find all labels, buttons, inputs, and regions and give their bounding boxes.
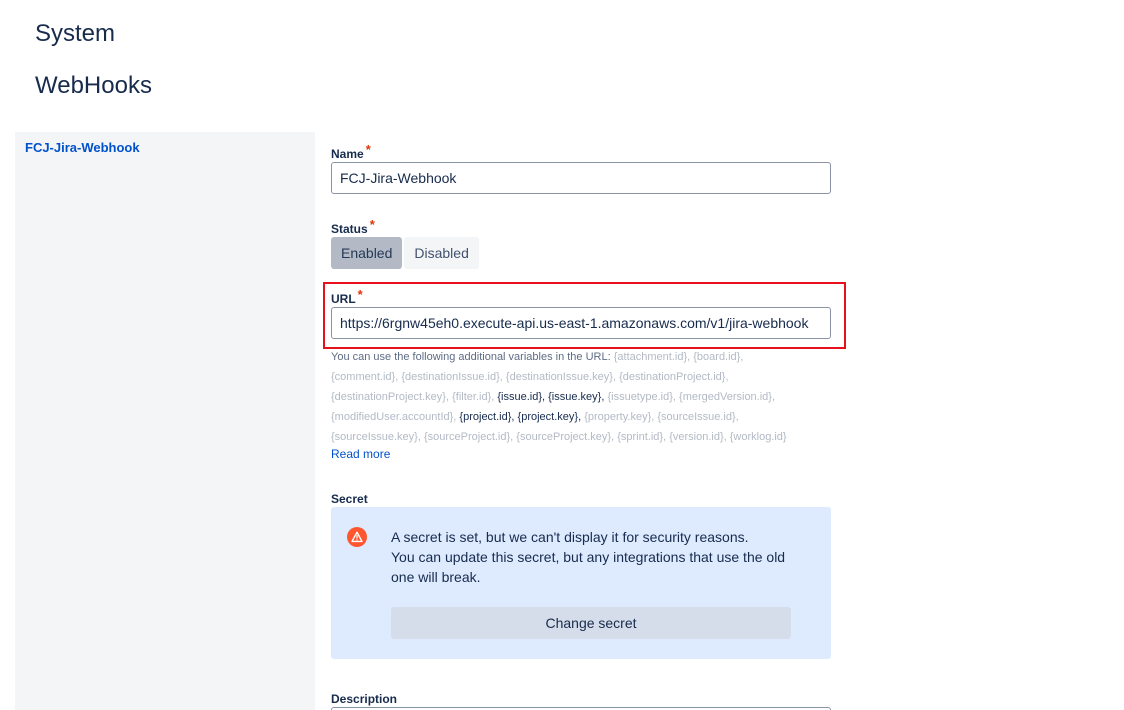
name-field[interactable]: FCJ-Jira-Webhook	[331, 162, 831, 194]
url-help-intro: You can use the following additional var…	[331, 351, 611, 363]
url-variable: {project.id},	[459, 411, 515, 423]
url-variable: {board.id},	[693, 351, 744, 363]
url-variable: {sourceProject.key},	[516, 431, 615, 443]
url-variable: {sourceIssue.id},	[657, 411, 739, 423]
url-variable: {worklog.id}	[729, 431, 787, 443]
section-heading: System	[35, 20, 116, 47]
url-variable: {destinationProject.id},	[619, 371, 729, 383]
url-variable: {issue.key},	[548, 391, 605, 403]
url-variable: {comment.id},	[331, 371, 399, 383]
url-variable: {filter.id},	[452, 391, 495, 403]
warning-icon	[347, 527, 367, 547]
status-label: Status *	[331, 217, 375, 236]
url-variable: {mergedVersion.id},	[679, 391, 776, 403]
url-variable: {property.key},	[584, 411, 655, 423]
page-title: WebHooks	[35, 72, 152, 99]
secret-message: A secret is set, but we can't display it…	[391, 527, 801, 587]
url-variable: {destinationIssue.id},	[401, 371, 503, 383]
name-label-text: Name	[331, 147, 364, 161]
url-variable: {sourceProject.id},	[423, 431, 514, 443]
secret-message-line1: A secret is set, but we can't display it…	[391, 529, 749, 545]
url-variable: {destinationIssue.key},	[505, 371, 616, 383]
secret-label: Secret	[331, 492, 368, 506]
url-variable: {issue.id},	[497, 391, 546, 403]
secret-message-line2: You can update this secret, but any inte…	[391, 549, 786, 585]
url-variables-help: You can use the following additional var…	[331, 347, 811, 447]
url-variable: {modifiedUser.accountId},	[331, 411, 457, 423]
url-variable: {sprint.id},	[617, 431, 667, 443]
secret-info-panel: A secret is set, but we can't display it…	[331, 507, 831, 659]
url-variable: {sourceIssue.key},	[331, 431, 421, 443]
change-secret-button[interactable]: Change secret	[391, 607, 791, 639]
status-label-text: Status	[331, 222, 368, 236]
url-variable: {issuetype.id},	[607, 391, 676, 403]
status-toggle: Enabled Disabled	[331, 237, 479, 269]
warning-icon-glyph	[351, 531, 363, 543]
sidebar-item-webhook[interactable]: FCJ-Jira-Webhook	[25, 140, 140, 155]
webhook-sidebar: FCJ-Jira-Webhook	[15, 132, 315, 710]
url-variable: {project.key},	[517, 411, 582, 423]
status-disabled-button[interactable]: Disabled	[404, 237, 479, 269]
url-variable: {attachment.id},	[613, 351, 691, 363]
name-label: Name *	[331, 142, 371, 161]
status-enabled-button[interactable]: Enabled	[331, 237, 403, 269]
required-mark: *	[365, 142, 371, 157]
url-highlight-box	[323, 282, 846, 349]
description-label: Description	[331, 692, 398, 706]
required-mark: *	[369, 217, 375, 232]
url-variable: {version.id},	[669, 431, 727, 443]
url-variable: {destinationProject.key},	[331, 391, 450, 403]
url-variable-list: {attachment.id}, {board.id}, {comment.id…	[331, 351, 787, 443]
read-more-link[interactable]: Read more	[331, 447, 390, 461]
